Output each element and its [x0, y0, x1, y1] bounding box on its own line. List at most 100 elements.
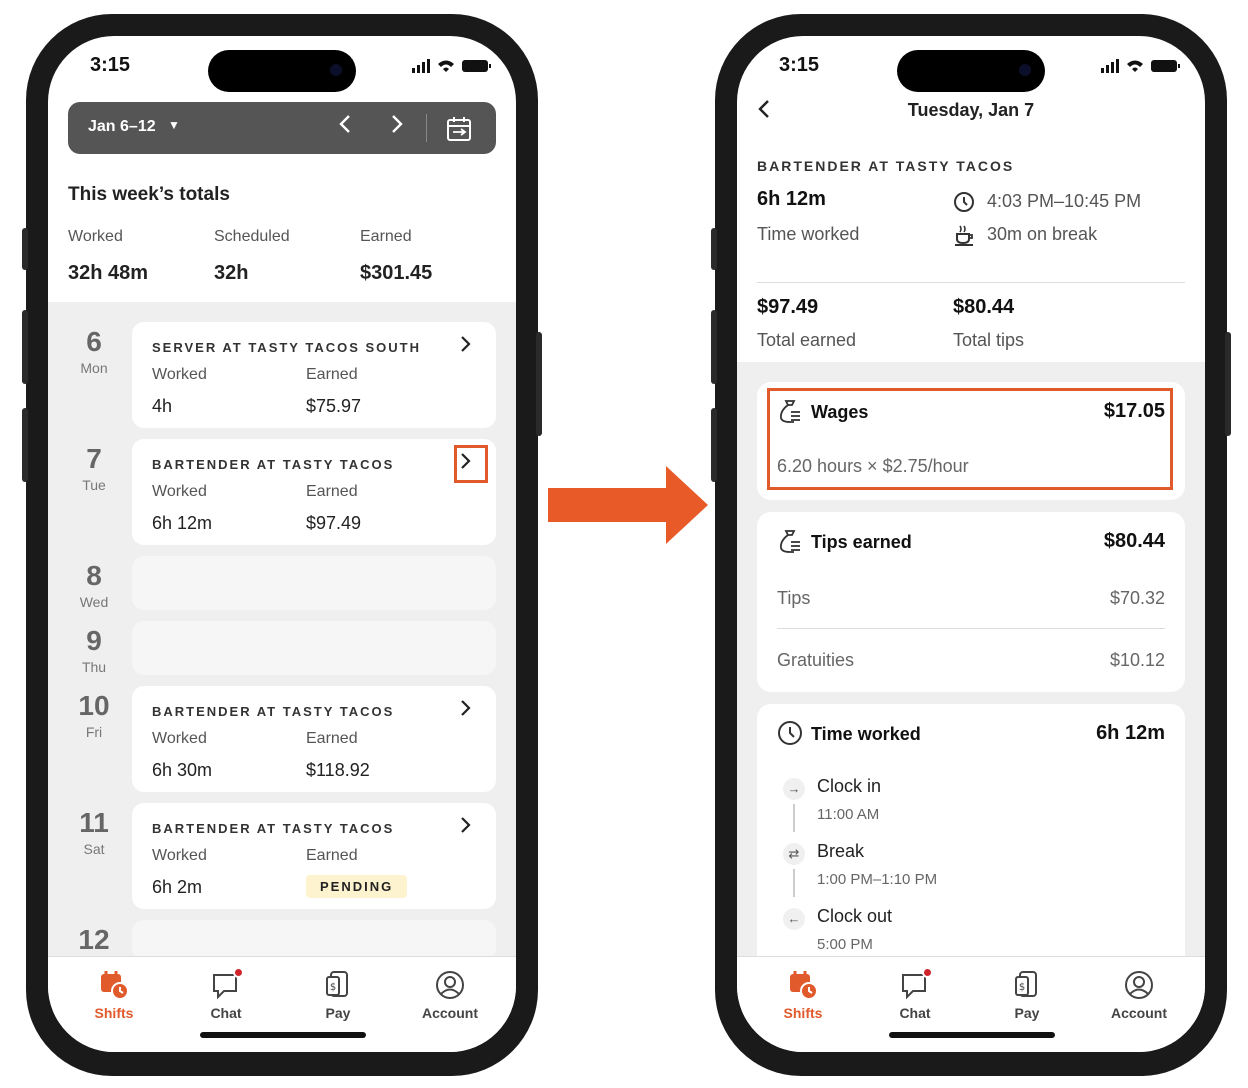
- shift-role: SERVER AT TASTY TACOS SOUTH: [152, 340, 422, 355]
- left-screen: 3:15 Jan 6–12 ▼ This week’s totals Worke…: [48, 36, 516, 1052]
- tab-chat[interactable]: Chat: [176, 967, 276, 1021]
- time-worked-amount: 6h 12m: [1096, 722, 1165, 744]
- shift-role: BARTENDER AT TASTY TACOS: [152, 704, 395, 719]
- day-name: Mon: [80, 360, 108, 376]
- tab-chat[interactable]: Chat: [865, 967, 965, 1021]
- worked-label: Worked: [152, 483, 207, 500]
- arrow-left-icon: ←: [783, 908, 805, 930]
- worked-total-value: 32h 48m: [68, 262, 149, 284]
- caret-down-icon[interactable]: ▼: [168, 118, 180, 132]
- tab-shifts[interactable]: Shifts: [753, 969, 853, 1021]
- previous-week-button[interactable]: [330, 112, 360, 144]
- earned-label: Earned: [306, 366, 358, 383]
- dynamic-island: [897, 50, 1045, 92]
- tab-label: Account: [1111, 1005, 1167, 1021]
- page-title: Tuesday, Jan 7: [907, 100, 1035, 120]
- notification-dot: [233, 967, 244, 978]
- shift-role: BARTENDER AT TASTY TACOS: [152, 457, 395, 472]
- svg-text:$: $: [330, 982, 336, 993]
- empty-day-card: [132, 556, 496, 610]
- right-screen: 3:15 Tuesday, Jan 7 BARTENDER AT TASTY T…: [737, 36, 1205, 1052]
- money-bag-icon: [779, 530, 800, 553]
- side-button: [711, 228, 717, 270]
- timeline-event-title: Clock out: [817, 906, 893, 926]
- day-name: Fri: [85, 724, 103, 740]
- week-selector-bar: Jan 6–12 ▼: [68, 102, 496, 154]
- tab-account[interactable]: Account: [400, 969, 500, 1021]
- pay-phone-icon: $: [1011, 969, 1043, 1001]
- side-button: [711, 408, 717, 482]
- earned-label: Earned: [306, 847, 358, 864]
- arrow-right-icon: →: [783, 778, 805, 800]
- next-week-button[interactable]: [382, 112, 412, 144]
- tab-pay[interactable]: $ Pay: [977, 969, 1077, 1021]
- chevron-right-icon[interactable]: [460, 698, 472, 724]
- earned-label: Earned: [306, 483, 358, 500]
- side-button: [22, 310, 28, 384]
- tips-row-label: Tips: [777, 588, 811, 608]
- chevron-right-icon[interactable]: [460, 334, 472, 360]
- signal-wifi-battery-icon: [1101, 59, 1180, 73]
- shift-list: 6 Mon SERVER AT TASTY TACOS SOUTH Worked…: [48, 302, 516, 960]
- worked-label: Worked: [152, 847, 207, 864]
- tab-account[interactable]: Account: [1089, 969, 1189, 1021]
- scheduled-total-value: 32h: [214, 262, 249, 284]
- break-duration: 30m on break: [987, 224, 1098, 244]
- day-name: Thu: [81, 659, 107, 675]
- earned-value: $97.49: [306, 513, 362, 533]
- earned-label: Earned: [306, 730, 358, 747]
- shift-card[interactable]: SERVER AT TASTY TACOS SOUTH Worked Earne…: [132, 322, 496, 428]
- chat-bubble-icon: [899, 967, 933, 1001]
- shift-card[interactable]: BARTENDER AT TASTY TACOS Worked Earned 6…: [132, 803, 496, 909]
- shift-role: BARTENDER AT TASTY TACOS: [152, 821, 395, 836]
- pending-badge: PENDING: [306, 875, 408, 898]
- total-earned-label: Total earned: [757, 330, 857, 350]
- side-button: [22, 408, 28, 482]
- timeline-connector: [793, 804, 795, 832]
- day-number: 8: [86, 560, 102, 591]
- home-indicator: [889, 1032, 1055, 1038]
- time-worked-label: Time worked: [757, 224, 860, 244]
- tab-label: Account: [422, 1005, 478, 1021]
- calendar-clock-icon: [787, 969, 819, 1001]
- earned-total-value: $301.45: [360, 262, 433, 284]
- signal-wifi-battery-icon: [412, 59, 491, 73]
- account-icon: [434, 969, 466, 1001]
- worked-value: 4h: [152, 396, 173, 416]
- chevron-left-icon: [339, 115, 350, 133]
- tab-label: Chat: [899, 1005, 931, 1021]
- status-icons: [412, 58, 494, 74]
- tab-label: Chat: [210, 1005, 242, 1021]
- tab-shifts[interactable]: Shifts: [64, 969, 164, 1021]
- gratuities-row-value: $10.12: [1109, 650, 1165, 670]
- tab-pay[interactable]: $ Pay: [288, 969, 388, 1021]
- tab-label: Shifts: [783, 1005, 823, 1021]
- worked-total-label: Worked: [68, 228, 123, 245]
- timeline-event-title: Break: [817, 841, 865, 861]
- scheduled-total-label: Scheduled: [214, 228, 290, 245]
- account-icon: [1123, 969, 1155, 1001]
- calendar-icon[interactable]: [446, 116, 472, 142]
- side-button: [711, 310, 717, 384]
- detail-section: Wages $17.05 6.20 hours × $2.75/hour Tip…: [737, 362, 1205, 974]
- timeline-event-time: 1:00 PM–1:10 PM: [817, 871, 938, 888]
- status-time: 3:15: [90, 54, 131, 76]
- swap-icon: ⇄: [783, 843, 805, 865]
- shift-card[interactable]: BARTENDER AT TASTY TACOS Worked Earned 6…: [132, 439, 496, 545]
- side-button: [1225, 332, 1231, 436]
- dynamic-island: [208, 50, 356, 92]
- week-range-label[interactable]: Jan 6–12: [88, 118, 156, 136]
- chevron-right-icon[interactable]: [460, 815, 472, 841]
- worked-value: 6h 2m: [152, 877, 203, 897]
- side-button: [536, 332, 542, 436]
- shift-card[interactable]: BARTENDER AT TASTY TACOS Worked Earned 6…: [132, 686, 496, 792]
- chat-bubble-icon: [210, 967, 244, 1001]
- status-icons: [1101, 58, 1183, 74]
- worked-label: Worked: [152, 366, 207, 383]
- tips-amount: $80.44: [1103, 530, 1165, 552]
- side-button: [22, 228, 28, 270]
- worked-value: 6h 30m: [152, 760, 213, 780]
- day-number: 10: [78, 690, 110, 721]
- notification-dot: [922, 967, 933, 978]
- empty-day-card: [132, 621, 496, 675]
